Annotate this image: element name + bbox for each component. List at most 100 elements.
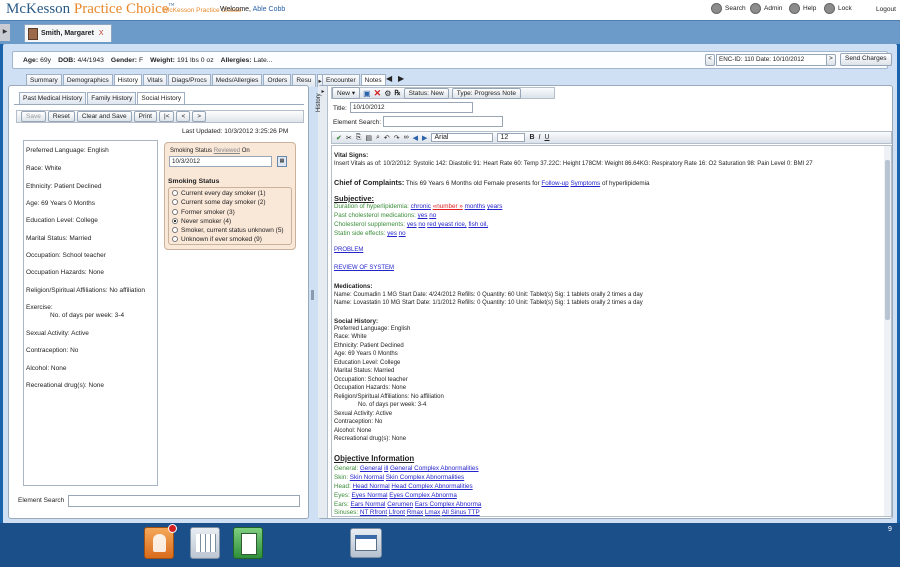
title-label: Title: [333, 105, 347, 112]
encounter-prev-button[interactable]: < [705, 54, 715, 66]
welcome-text: Welcome, Able Cobb [220, 6, 286, 13]
collapse-arrow-icon[interactable]: ▶ [0, 24, 10, 41]
nav-search[interactable]: Search [711, 3, 746, 14]
history-side-strip [318, 86, 328, 518]
history-toolbar: Save Reset Clear and Save Print |< < > [16, 110, 304, 123]
tab-family-history[interactable]: Family History [87, 92, 137, 104]
social-line: Contraception: No [334, 419, 383, 425]
corner-text: 9 [888, 526, 892, 533]
first-record-button[interactable]: |< [159, 111, 175, 122]
smoking-option-selected[interactable]: Never smoker (4) [172, 218, 231, 225]
indent-icon[interactable]: ▶ [422, 134, 427, 142]
italic-button[interactable]: I [539, 134, 541, 141]
summary-line: Alcohol: None [26, 365, 67, 372]
vitals-text: Insert Vitals as of: 10/2/2012: Systolic… [334, 161, 813, 167]
settings-icon[interactable]: ⚙ [384, 89, 391, 98]
print-button[interactable]: Print [133, 111, 157, 122]
subjective-duration: Duration of hyperlipidemia: chronic «num… [334, 203, 503, 210]
save-button[interactable]: Save [21, 111, 46, 122]
clipboard-app-icon[interactable] [233, 527, 263, 559]
smoking-option[interactable]: Current every day smoker (1) [172, 190, 266, 197]
tab-past-medical-history[interactable]: Past Medical History [19, 92, 87, 104]
social-line: Age: 69 Years 0 Months [334, 351, 398, 357]
patient-tab-strip: ▶ [0, 20, 900, 44]
tab-social-history[interactable]: Social History [137, 92, 186, 104]
social-line: Preferred Language: English [334, 326, 411, 332]
undo-icon[interactable]: ↶ [384, 134, 390, 142]
prev-record-button[interactable]: < [176, 111, 191, 122]
subjective-past-meds: Past cholesterol medications: yes no [334, 212, 437, 219]
prescription-icon[interactable]: ℞ [394, 89, 400, 97]
smoking-date-input[interactable]: 10/3/2012 [169, 156, 272, 167]
font-select[interactable]: Arial [431, 133, 494, 142]
splitter-handle[interactable] [311, 290, 314, 300]
smoking-option[interactable]: Unknown if ever smoked (9) [172, 236, 262, 243]
clear-and-save-button[interactable]: Clear and Save [76, 111, 132, 122]
subjective-heading: Subjective: [334, 194, 375, 203]
smoking-option[interactable]: Current some day smoker (2) [172, 199, 266, 206]
nav-admin[interactable]: Admin [750, 3, 782, 14]
nav-help[interactable]: Help [789, 3, 816, 14]
help-icon [789, 3, 800, 14]
brand-logo: McKesson Practice Choice™ [6, 1, 175, 17]
new-note-button[interactable]: New ▾ [332, 87, 361, 99]
medication-line: Name: Coumadin 1 MG Start Date: 4/24/201… [334, 292, 643, 298]
history-side-label: History [316, 93, 322, 112]
objective-eyes: Eyes: Eyes Normal Eyes Complex Abnorma [334, 492, 457, 499]
patient-avatar [28, 27, 38, 40]
encounter-next-button[interactable]: > [826, 54, 836, 66]
note-element-search-input[interactable] [383, 116, 503, 127]
find-icon[interactable]: ⌕ [376, 134, 380, 142]
summary-line: Education Level: College [26, 217, 98, 224]
nav-lock[interactable]: Lock [824, 3, 852, 14]
smoking-option[interactable]: Smoker, current status unknown (5) [172, 227, 284, 234]
social-line: Ethnicity: Patient Declined [334, 343, 404, 349]
patient-app-icon[interactable] [144, 524, 177, 559]
font-size-select[interactable]: 12 [497, 133, 526, 142]
encounter-select[interactable]: ENC-ID: 110 Date: 10/10/2012 [716, 54, 833, 66]
forward-arrow-icon[interactable]: ▶ [398, 74, 404, 83]
summary-line: Sexual Activity: Active [26, 330, 89, 337]
note-editor[interactable] [331, 145, 892, 517]
back-arrow-icon[interactable]: ◀ [386, 74, 392, 83]
save-icon[interactable]: ▣ [363, 89, 371, 98]
review-of-system-link[interactable]: REVIEW OF SYSTEM [334, 265, 394, 271]
copy-icon[interactable]: ⎘ [356, 134, 362, 142]
summary-line: Occupation Hazards: None [26, 269, 105, 276]
summary-line: No. of days per week: 3-4 [50, 312, 125, 319]
paste-icon[interactable]: ▤ [365, 134, 372, 142]
spellcheck-icon[interactable]: ✔ [336, 134, 342, 142]
calendar-icon[interactable]: ▦ [277, 156, 287, 167]
patient-tab[interactable]: Smith, Margaret X [24, 24, 112, 42]
summary-line: Recreational drug(s): None [26, 382, 105, 389]
reset-button[interactable]: Reset [47, 111, 75, 122]
social-line: Race: White [334, 334, 367, 340]
problem-link[interactable]: PROBLEM [334, 247, 363, 253]
delete-icon[interactable]: ✕ [374, 88, 382, 99]
smoking-option[interactable]: Former smoker (3) [172, 209, 235, 216]
underline-button[interactable]: U [544, 134, 549, 141]
element-search-input[interactable] [68, 495, 300, 507]
element-search-label: Element Search [18, 497, 65, 504]
smoking-status-label: Smoking Status Reviewed On [170, 148, 250, 154]
link-icon[interactable]: ∞ [404, 134, 409, 141]
nav-logout[interactable]: Logout [876, 6, 896, 13]
send-charges-button[interactable]: Send Charges [840, 53, 892, 66]
social-line: No. of days per week: 3-4 [358, 402, 427, 408]
cut-icon[interactable]: ✂ [346, 134, 352, 142]
editor-scrollbar-thumb[interactable] [885, 160, 890, 320]
chief-complaints: Chief of Complaints: This 69 Years 6 Mon… [334, 178, 650, 187]
close-icon[interactable]: X [99, 30, 104, 37]
outdent-icon[interactable]: ◀ [413, 134, 418, 142]
subjective-supplements: Cholesterol supplements: yes no red yeas… [334, 221, 489, 228]
redo-icon[interactable]: ↷ [394, 134, 400, 142]
calendar-app-icon[interactable] [190, 527, 220, 559]
next-record-button[interactable]: > [192, 111, 207, 122]
social-line: Education Level: College [334, 360, 401, 366]
bold-button[interactable]: B [529, 134, 534, 141]
objective-skin: Skin: Skin Normal Skin Complex Abnormali… [334, 474, 465, 481]
social-line: Occupation Hazards: None [334, 385, 407, 391]
window-app-icon[interactable] [350, 528, 382, 558]
gear-icon [750, 3, 761, 14]
note-title-input[interactable]: 10/10/2012 [350, 102, 473, 113]
